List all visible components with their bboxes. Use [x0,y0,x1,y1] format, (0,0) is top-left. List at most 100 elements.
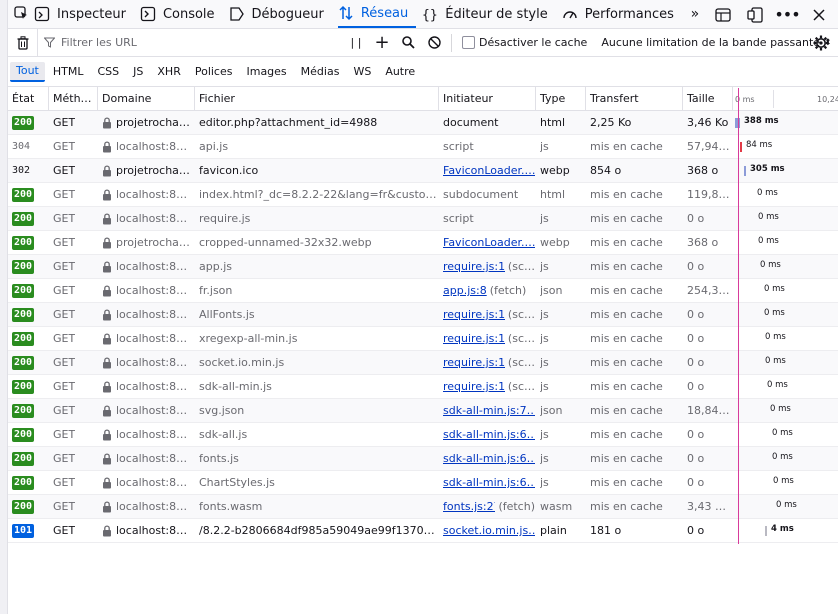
cell-type-text: webp [540,236,570,249]
table-row[interactable]: 200 GET localhost:84… fonts.js sdk-all-min.j… [8,447,838,471]
table-row[interactable]: 101 GET localhost:84… /8.2.2-b2806684df985a… [8,519,838,543]
table-row[interactable]: 200 GET localhost:84… fr.json app.js:8 (fetch… [8,279,838,303]
filter-tout[interactable]: Tout [10,61,45,82]
cell-initiator[interactable]: require.js:11(sc… [439,327,536,350]
cell-transfer-text: mis en cache [590,380,663,393]
cell-initiator[interactable]: require.js:11(sc… [439,255,536,278]
column-type[interactable]: Type [536,87,586,110]
cell-initiator[interactable]: sdk-all-min.js:6… [439,471,536,494]
tab-network[interactable]: Réseau [337,0,417,28]
filter-autre[interactable]: Autre [379,62,421,82]
column-status[interactable]: État [8,87,49,110]
column-file[interactable]: Fichier [195,87,439,110]
add-request-button[interactable]: + [369,29,395,56]
cell-initiator[interactable]: fonts.js:27 (fetch) [439,495,536,518]
table-row[interactable]: 200 GET projetrocha… editor.php?attachment_… [8,111,838,135]
initiator-text[interactable]: FaviconLoader.… [443,236,535,249]
element-picker-button[interactable] [8,0,34,28]
initiator-text[interactable]: require.js:11 [443,308,505,321]
tab-debugger[interactable]: Débogueur [229,0,332,28]
initiator-text[interactable]: socket.io.min.js… [443,524,535,537]
column-size[interactable]: Taille [683,87,733,110]
filter-css[interactable]: CSS [92,62,126,82]
block-requests-button[interactable] [421,29,447,56]
column-method[interactable]: Méth… [49,87,98,110]
disable-cache-checkbox[interactable]: Désactiver le cache [462,36,587,49]
table-row[interactable]: 200 GET localhost:84… sdk-all-min.js require… [8,375,838,399]
tab-console[interactable]: Console [140,0,223,28]
table-row[interactable]: 200 GET localhost:84… socket.io.min.js requi… [8,351,838,375]
filter-ws[interactable]: WS [347,62,377,82]
cell-initiator[interactable]: FaviconLoader.… [439,159,536,182]
pause-button[interactable]: | | [343,29,369,56]
cell-initiator[interactable]: require.js:11(sc… [439,303,536,326]
column-waterfall[interactable]: 0 ms 10,24 s [733,87,838,110]
tab-inspector[interactable]: Inspecteur [34,0,134,28]
cell-initiator[interactable]: socket.io.min.js… [439,519,536,542]
cell-initiator[interactable]: sdk-all-min.js:6… [439,447,536,470]
cell-transfer-text: mis en cache [590,284,663,297]
table-row[interactable]: 200 GET localhost:84… app.js require.js:11(s… [8,255,838,279]
initiator-text[interactable]: sdk-all-min.js:7… [443,404,535,417]
initiator-text[interactable]: require.js:11 [443,260,505,273]
url-filter-input[interactable] [55,35,325,50]
filter-html[interactable]: HTML [47,62,90,82]
cell-initiator[interactable]: sdk-all-min.js:6… [439,423,536,446]
cell-initiator[interactable]: app.js:8 (fetch) [439,279,536,302]
column-transfer[interactable]: Transfert [586,87,683,110]
cell-size: 0 o [683,447,733,470]
table-row[interactable]: 200 GET localhost:84… index.html?_dc=8.2.2-… [8,183,838,207]
table-row[interactable]: 200 GET localhost:84… fonts.wasm fonts.js:27… [8,495,838,519]
cell-method-text: GET [53,308,76,321]
filter-xhr[interactable]: XHR [151,62,186,82]
column-domain[interactable]: Domaine [98,87,195,110]
dom-content-loaded-marker [738,88,739,544]
tab-performance[interactable]: Performances [562,0,682,28]
timing-label: 0 ms [772,428,793,438]
table-row[interactable]: 200 GET localhost:84… ChartStyles.js sdk-all… [8,471,838,495]
cell-size: 0 o [683,375,733,398]
initiator-text[interactable]: require.js:11 [443,332,505,345]
initiator-text[interactable]: sdk-all-min.js:6… [443,476,535,489]
more-options-button[interactable]: ••• [774,5,800,24]
cell-waterfall: 0 ms [733,279,838,302]
cell-initiator[interactable]: FaviconLoader.… [439,231,536,254]
table-row[interactable]: 200 GET localhost:84… require.js script js mis… [8,207,838,231]
throttling-select[interactable]: Aucune limitation de la bande passante ⬍ [601,36,831,49]
cell-type: js [536,303,586,326]
responsive-design-button[interactable] [714,6,732,24]
cell-initiator[interactable]: require.js:11(sc… [439,375,536,398]
table-row[interactable]: 200 GET localhost:84… AllFonts.js require.js… [8,303,838,327]
filter-js[interactable]: JS [127,62,149,82]
tab-style-editor[interactable]: {} Éditeur de style [422,0,555,28]
initiator-text[interactable]: require.js:11 [443,356,505,369]
filter-médias[interactable]: Médias [295,62,346,82]
initiator-text[interactable]: sdk-all-min.js:6… [443,428,535,441]
table-row[interactable]: 200 GET localhost:84… sdk-all.js sdk-all-min… [8,423,838,447]
table-row[interactable]: 200 GET projetrocha… cropped-unnamed-32x32.… [8,231,838,255]
filter-polices[interactable]: Polices [189,62,239,82]
settings-button[interactable] [812,34,830,52]
table-row[interactable]: 200 GET localhost:84… xregexp-all-min.js req… [8,327,838,351]
initiator-text[interactable]: sdk-all-min.js:6… [443,452,535,465]
initiator-text[interactable]: FaviconLoader.… [443,164,535,177]
cell-type: js [536,207,586,230]
table-row[interactable]: 200 GET localhost:84… svg.json sdk-all-min.j… [8,399,838,423]
status-badge: 200 [12,379,35,394]
table-row[interactable]: 304 GET localhost:84… api.js script js mis en … [8,135,838,159]
initiator-text[interactable]: require.js:11 [443,380,505,393]
clear-button[interactable] [8,29,38,56]
column-initiator[interactable]: Initiateur [439,87,536,110]
table-row[interactable]: 302 GET projetrocha… favicon.ico FaviconLoad… [8,159,838,183]
tabs-overflow-button[interactable]: » [682,0,708,28]
initiator-text[interactable]: app.js:8 [443,284,487,297]
cell-method: GET [49,375,98,398]
close-devtools-button[interactable] [810,6,828,24]
checkbox-box [462,36,475,49]
filter-images[interactable]: Images [240,62,292,82]
search-button[interactable] [395,29,421,56]
cell-initiator[interactable]: require.js:11(sc… [439,351,536,374]
cell-initiator[interactable]: sdk-all-min.js:7… [439,399,536,422]
initiator-text[interactable]: fonts.js:27 [443,500,495,513]
dock-side-button[interactable] [746,6,764,24]
